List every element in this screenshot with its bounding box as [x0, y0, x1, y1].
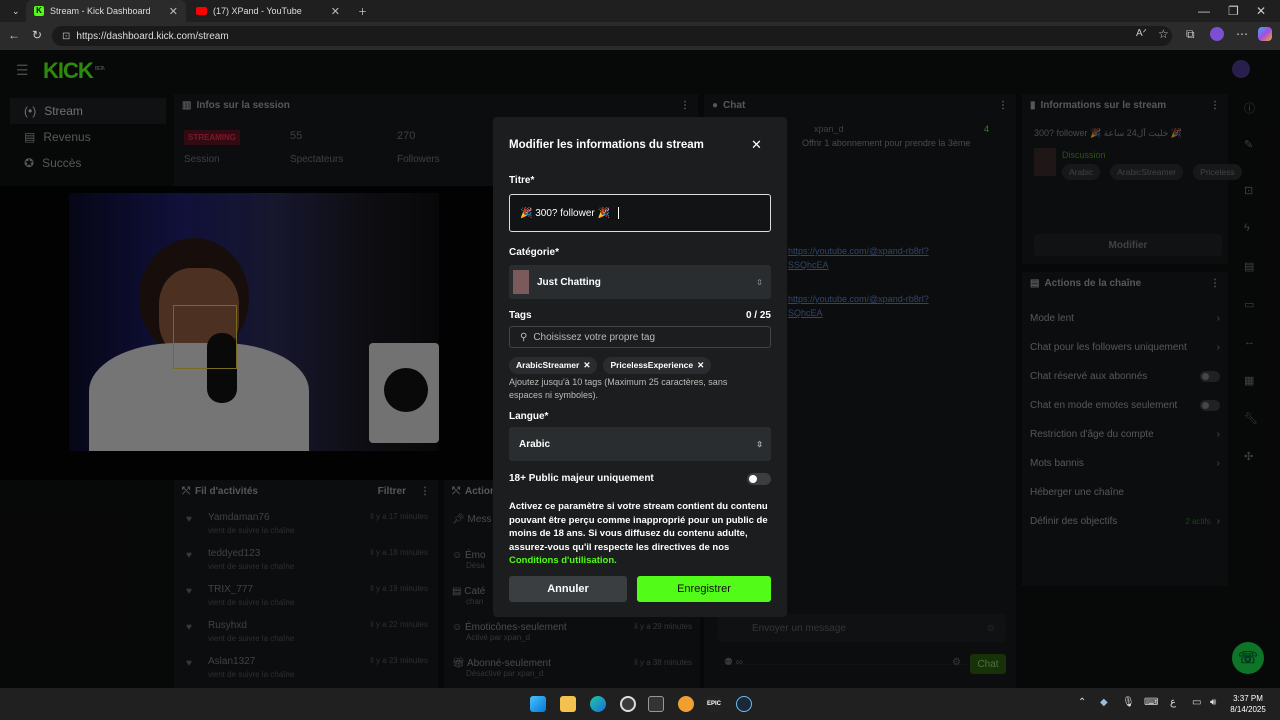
language-label: Langue*	[509, 411, 549, 422]
kick-favicon-icon: K	[34, 6, 44, 16]
tag-chip-label: PricelessExperience	[610, 360, 694, 370]
youtube-favicon-icon	[196, 7, 207, 15]
site-info-icon[interactable]: ⊡	[62, 31, 70, 42]
refresh-icon[interactable]: ↻	[32, 28, 42, 42]
category-select[interactable]: Just Chatting ⇳	[509, 265, 771, 299]
discord-icon[interactable]	[678, 696, 694, 712]
volume-icon[interactable]: 🔊︎	[1210, 697, 1216, 708]
close-tab-icon[interactable]: ✕	[331, 5, 340, 18]
tab-kick-dashboard[interactable]: K Stream - Kick Dashboard ✕	[26, 0, 186, 22]
file-explorer-icon[interactable]	[560, 696, 576, 712]
tab-label: (17) XPand - YouTube	[213, 6, 302, 16]
modal-title: Modifier les informations du stream	[509, 139, 704, 151]
text-cursor	[617, 207, 619, 219]
copilot-icon[interactable]	[1258, 27, 1272, 41]
tag-chip[interactable]: ArabicStreamer ✕	[509, 356, 598, 374]
clock-date: 8/14/2025	[1230, 705, 1266, 714]
toggle-knob	[749, 475, 757, 483]
close-tab-icon[interactable]: ✕	[169, 5, 178, 18]
steam-icon[interactable]	[736, 696, 752, 712]
network-icon[interactable]: ▭	[1192, 697, 1201, 708]
tags-label: Tags	[509, 310, 532, 321]
category-label: Catégorie*	[509, 247, 560, 258]
tag-chip-label: ArabicStreamer	[516, 360, 580, 370]
language-value: Arabic	[519, 438, 551, 450]
mature-toggle[interactable]	[747, 473, 771, 485]
new-tab-button[interactable]: ＋	[350, 0, 375, 22]
tray-app-icon[interactable]: ◆	[1100, 697, 1108, 708]
minimize-icon[interactable]: —	[1198, 4, 1210, 18]
cancel-button[interactable]: Annuler	[509, 576, 627, 602]
tag-placeholder: Choisissez votre propre tag	[533, 331, 656, 343]
browser-tab-bar: ⌄ K Stream - Kick Dashboard ✕ (17) XPand…	[0, 0, 1280, 22]
tab-label: Stream - Kick Dashboard	[50, 6, 151, 16]
address-bar: ← ↻ ⊡ https://dashboard.kick.com/stream …	[0, 22, 1280, 50]
start-menu-icon[interactable]	[530, 696, 546, 712]
obs-icon[interactable]	[620, 696, 636, 712]
url-text: https://dashboard.kick.com/stream	[76, 30, 229, 42]
select-arrows-icon: ⇳	[756, 439, 763, 449]
close-window-icon[interactable]: ✕	[1256, 4, 1266, 18]
tags-counter: 0 / 25	[745, 310, 771, 321]
tray-chevron-icon[interactable]: ⌃	[1078, 697, 1086, 708]
app-icon[interactable]	[648, 696, 664, 712]
mature-help-text: Activez ce paramètre si votre stream con…	[509, 500, 773, 568]
tag-chip[interactable]: PricelessExperience ✕	[603, 356, 712, 374]
save-button[interactable]: Enregistrer	[637, 576, 771, 602]
language-select[interactable]: Arabic ⇳	[509, 427, 771, 461]
remove-tag-icon[interactable]: ✕	[697, 360, 704, 371]
title-input-value: 🎉 300? follower 🎉	[520, 207, 610, 219]
search-icon: ⚲	[520, 331, 528, 343]
title-input[interactable]: 🎉 300? follower 🎉	[509, 194, 771, 232]
mature-help-body: Activez ce paramètre si votre stream con…	[509, 501, 768, 553]
category-thumbnail	[513, 270, 529, 294]
edit-stream-modal: Modifier les informations du stream ✕ Ti…	[493, 117, 787, 617]
remove-tag-icon[interactable]: ✕	[583, 360, 590, 371]
read-aloud-icon[interactable]: Aᐟ	[1136, 28, 1147, 39]
selected-tags: ArabicStreamer ✕ PricelessExperience ✕	[509, 355, 717, 374]
profile-avatar[interactable]	[1210, 27, 1224, 41]
close-modal-icon[interactable]: ✕	[751, 137, 762, 153]
edge-browser-icon[interactable]	[590, 696, 606, 712]
maximize-icon[interactable]: ❐	[1228, 4, 1239, 18]
clock[interactable]: 3:37 PM 8/14/2025	[1226, 693, 1270, 715]
collections-icon[interactable]: ⧉	[1186, 27, 1195, 42]
input-language[interactable]: ع	[1170, 697, 1176, 708]
keyboard-icon[interactable]: ⌨	[1144, 697, 1158, 708]
tags-help-text: Ajoutez jusqu'à 10 tags (Maximum 25 cara…	[509, 377, 728, 400]
title-label: Titre*	[509, 175, 535, 186]
more-menu-icon[interactable]: ⋯	[1236, 27, 1248, 41]
epic-games-icon[interactable]: EPIC	[706, 696, 722, 712]
microphone-icon[interactable]: 🎙︎	[1122, 697, 1135, 708]
windows-taskbar: EPIC ⌃ ◆ 🎙︎ ⌨ ع ▭ 🔊︎ 3:37 PM 8/14/2025	[0, 688, 1280, 720]
url-input[interactable]: ⊡ https://dashboard.kick.com/stream	[52, 26, 1172, 46]
back-icon[interactable]: ←	[8, 28, 20, 42]
favorite-star-icon[interactable]: ☆	[1158, 27, 1169, 41]
clock-time: 3:37 PM	[1233, 694, 1263, 703]
select-arrows-icon: ⇳	[756, 277, 763, 287]
tab-youtube[interactable]: (17) XPand - YouTube ✕	[188, 0, 348, 22]
tag-search-input[interactable]: ⚲ Choisissez votre propre tag	[509, 326, 771, 348]
terms-link[interactable]: Conditions d'utilisation.	[509, 555, 617, 566]
mature-label: 18+ Public majeur uniquement	[509, 473, 654, 484]
category-value: Just Chatting	[537, 276, 601, 288]
tab-list-button[interactable]: ⌄	[4, 0, 22, 22]
